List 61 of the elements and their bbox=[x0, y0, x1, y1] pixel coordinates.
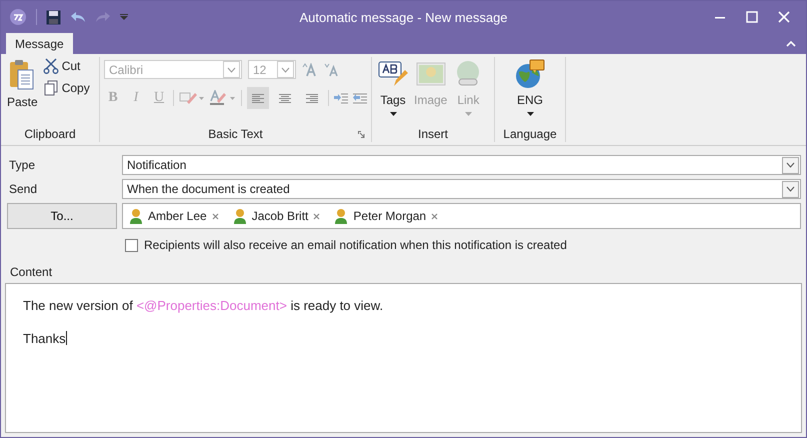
highlight-color-icon[interactable] bbox=[179, 91, 205, 105]
tag-pencil-icon bbox=[378, 59, 408, 89]
chevron-down-icon bbox=[281, 66, 290, 72]
collapse-ribbon-icon[interactable] bbox=[786, 40, 796, 47]
message-paragraph: Thanks bbox=[23, 331, 68, 346]
dialog-launcher-icon[interactable] bbox=[358, 131, 365, 138]
shrink-font-icon[interactable] bbox=[324, 62, 340, 76]
recipient-name: Jacob Britt bbox=[252, 209, 308, 223]
group-label: Language bbox=[503, 127, 557, 142]
recipient-name: Peter Morgan bbox=[353, 209, 426, 223]
align-lines-icon bbox=[279, 92, 291, 104]
paste-button[interactable]: Paste bbox=[5, 57, 40, 127]
person-icon bbox=[129, 208, 143, 224]
scissors-icon bbox=[42, 58, 59, 74]
customize-caret-icon[interactable] bbox=[120, 14, 128, 20]
increase-indent-icon[interactable] bbox=[334, 92, 348, 104]
remove-icon[interactable] bbox=[431, 212, 438, 220]
align-lines-icon bbox=[306, 92, 318, 104]
clipboard-icon bbox=[9, 59, 36, 91]
window-title: Automatic message - New message bbox=[299, 10, 508, 24]
undo-icon[interactable] bbox=[70, 11, 86, 23]
person-icon bbox=[334, 208, 348, 224]
tags-button[interactable]: Tags bbox=[376, 57, 410, 127]
globe-icon bbox=[515, 59, 545, 89]
field-label: Send bbox=[8, 182, 38, 196]
align-lines-icon bbox=[252, 92, 264, 104]
cut-button[interactable]: Cut bbox=[42, 57, 91, 75]
group-label: Basic Text bbox=[208, 127, 263, 142]
copy-icon bbox=[42, 80, 59, 96]
field-label: Type bbox=[8, 158, 36, 172]
save-icon[interactable] bbox=[46, 10, 61, 24]
to-button[interactable]: To... bbox=[7, 203, 117, 229]
group-label: Insert bbox=[418, 127, 448, 142]
remove-icon[interactable] bbox=[313, 212, 320, 220]
message-paragraph: The new version of <@Properties:Document> is ready to view. bbox=[23, 298, 384, 313]
language-button[interactable]: ENG bbox=[513, 57, 547, 127]
group-label: Clipboard bbox=[24, 127, 76, 142]
decrease-indent-icon[interactable] bbox=[353, 92, 367, 104]
chevron-down-icon bbox=[786, 162, 795, 168]
caret-icon bbox=[526, 112, 534, 116]
recipient-name: Amber Lee bbox=[148, 209, 207, 223]
font-color-icon[interactable] bbox=[210, 90, 236, 106]
send-dropdown[interactable]: When the document is created bbox=[122, 179, 801, 199]
app-logo-icon bbox=[9, 8, 27, 26]
checkbox[interactable] bbox=[125, 238, 138, 252]
caret-icon bbox=[464, 112, 472, 116]
chevron-down-icon bbox=[227, 66, 236, 72]
remove-icon[interactable] bbox=[212, 212, 219, 220]
content-editor[interactable]: The new version of <@Properties:Document> is ready to view. Thanks bbox=[5, 283, 802, 433]
recipients-field[interactable]: Amber Lee Jacob Britt Peter Morgan bbox=[122, 203, 801, 229]
close-icon[interactable] bbox=[778, 11, 790, 23]
content-label: Content bbox=[9, 264, 54, 281]
maximize-icon[interactable] bbox=[746, 11, 758, 23]
chevron-down-icon bbox=[786, 186, 795, 192]
type-dropdown[interactable]: Notification bbox=[122, 155, 801, 175]
copy-button[interactable]: Copy bbox=[42, 79, 91, 97]
person-icon bbox=[232, 208, 247, 224]
grow-font-icon[interactable] bbox=[302, 62, 318, 76]
ribbon-tab[interactable]: Message bbox=[6, 33, 73, 54]
caret-icon bbox=[390, 112, 396, 116]
checkbox-label: Recipients will also receive an email notification when this notification is created bbox=[144, 238, 567, 252]
